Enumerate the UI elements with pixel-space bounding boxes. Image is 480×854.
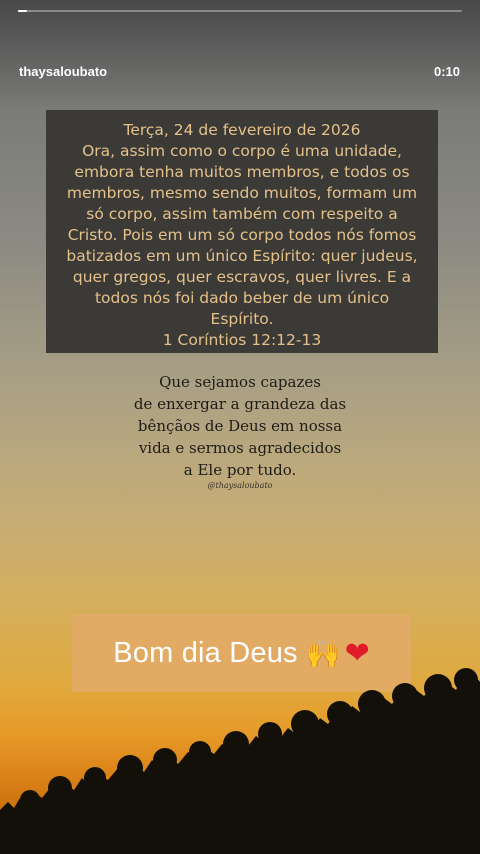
quote-line: a Ele por tudo.	[183, 461, 297, 479]
verse-line: batizados em um único Espírito: quer jud…	[66, 247, 418, 265]
verse-line: Cristo. Pois em um só corpo todos nós fo…	[67, 226, 417, 244]
verse-line: só corpo, assim também com respeito a	[86, 205, 398, 223]
story-header: thaysaloubato 0:10	[0, 0, 480, 100]
quote-line: Que sejamos capazes	[159, 373, 321, 391]
story-timer: 0:10	[433, 64, 460, 79]
quote-text: Que sejamos capazes de enxergar a grande…	[110, 371, 370, 481]
story-progress-bar	[18, 10, 462, 12]
verse-line: Espírito.	[210, 310, 274, 328]
quote-handle: @thaysaloubato	[207, 481, 273, 490]
verse-date: Terça, 24 de fevereiro de 2026	[123, 121, 361, 139]
verse-card: Terça, 24 de fevereiro de 2026 Ora, assi…	[46, 110, 438, 353]
quote-line: de enxergar a grandeza das	[133, 395, 347, 413]
verse-line: Ora, assim como o corpo é uma unidade,	[82, 142, 402, 160]
quote-line: vida e sermos agradecidos	[138, 439, 342, 457]
verse-line: quer gregos, quer escravos, quer livres.…	[72, 268, 412, 286]
tree-silhouette	[0, 668, 480, 854]
verse-line: embora tenha muitos membros, e todos os	[74, 163, 410, 181]
verse-line: membros, mesmo sendo muitos, formam um	[66, 184, 418, 202]
verse-reference: 1 Coríntios 12:12-13	[162, 331, 322, 349]
story-progress-fill	[18, 10, 27, 12]
verse-line: todos nós foi dado beber de um único	[94, 289, 390, 307]
quote-line: bênçãos de Deus em nossa	[137, 417, 343, 435]
story-username[interactable]: thaysaloubato	[19, 64, 107, 79]
